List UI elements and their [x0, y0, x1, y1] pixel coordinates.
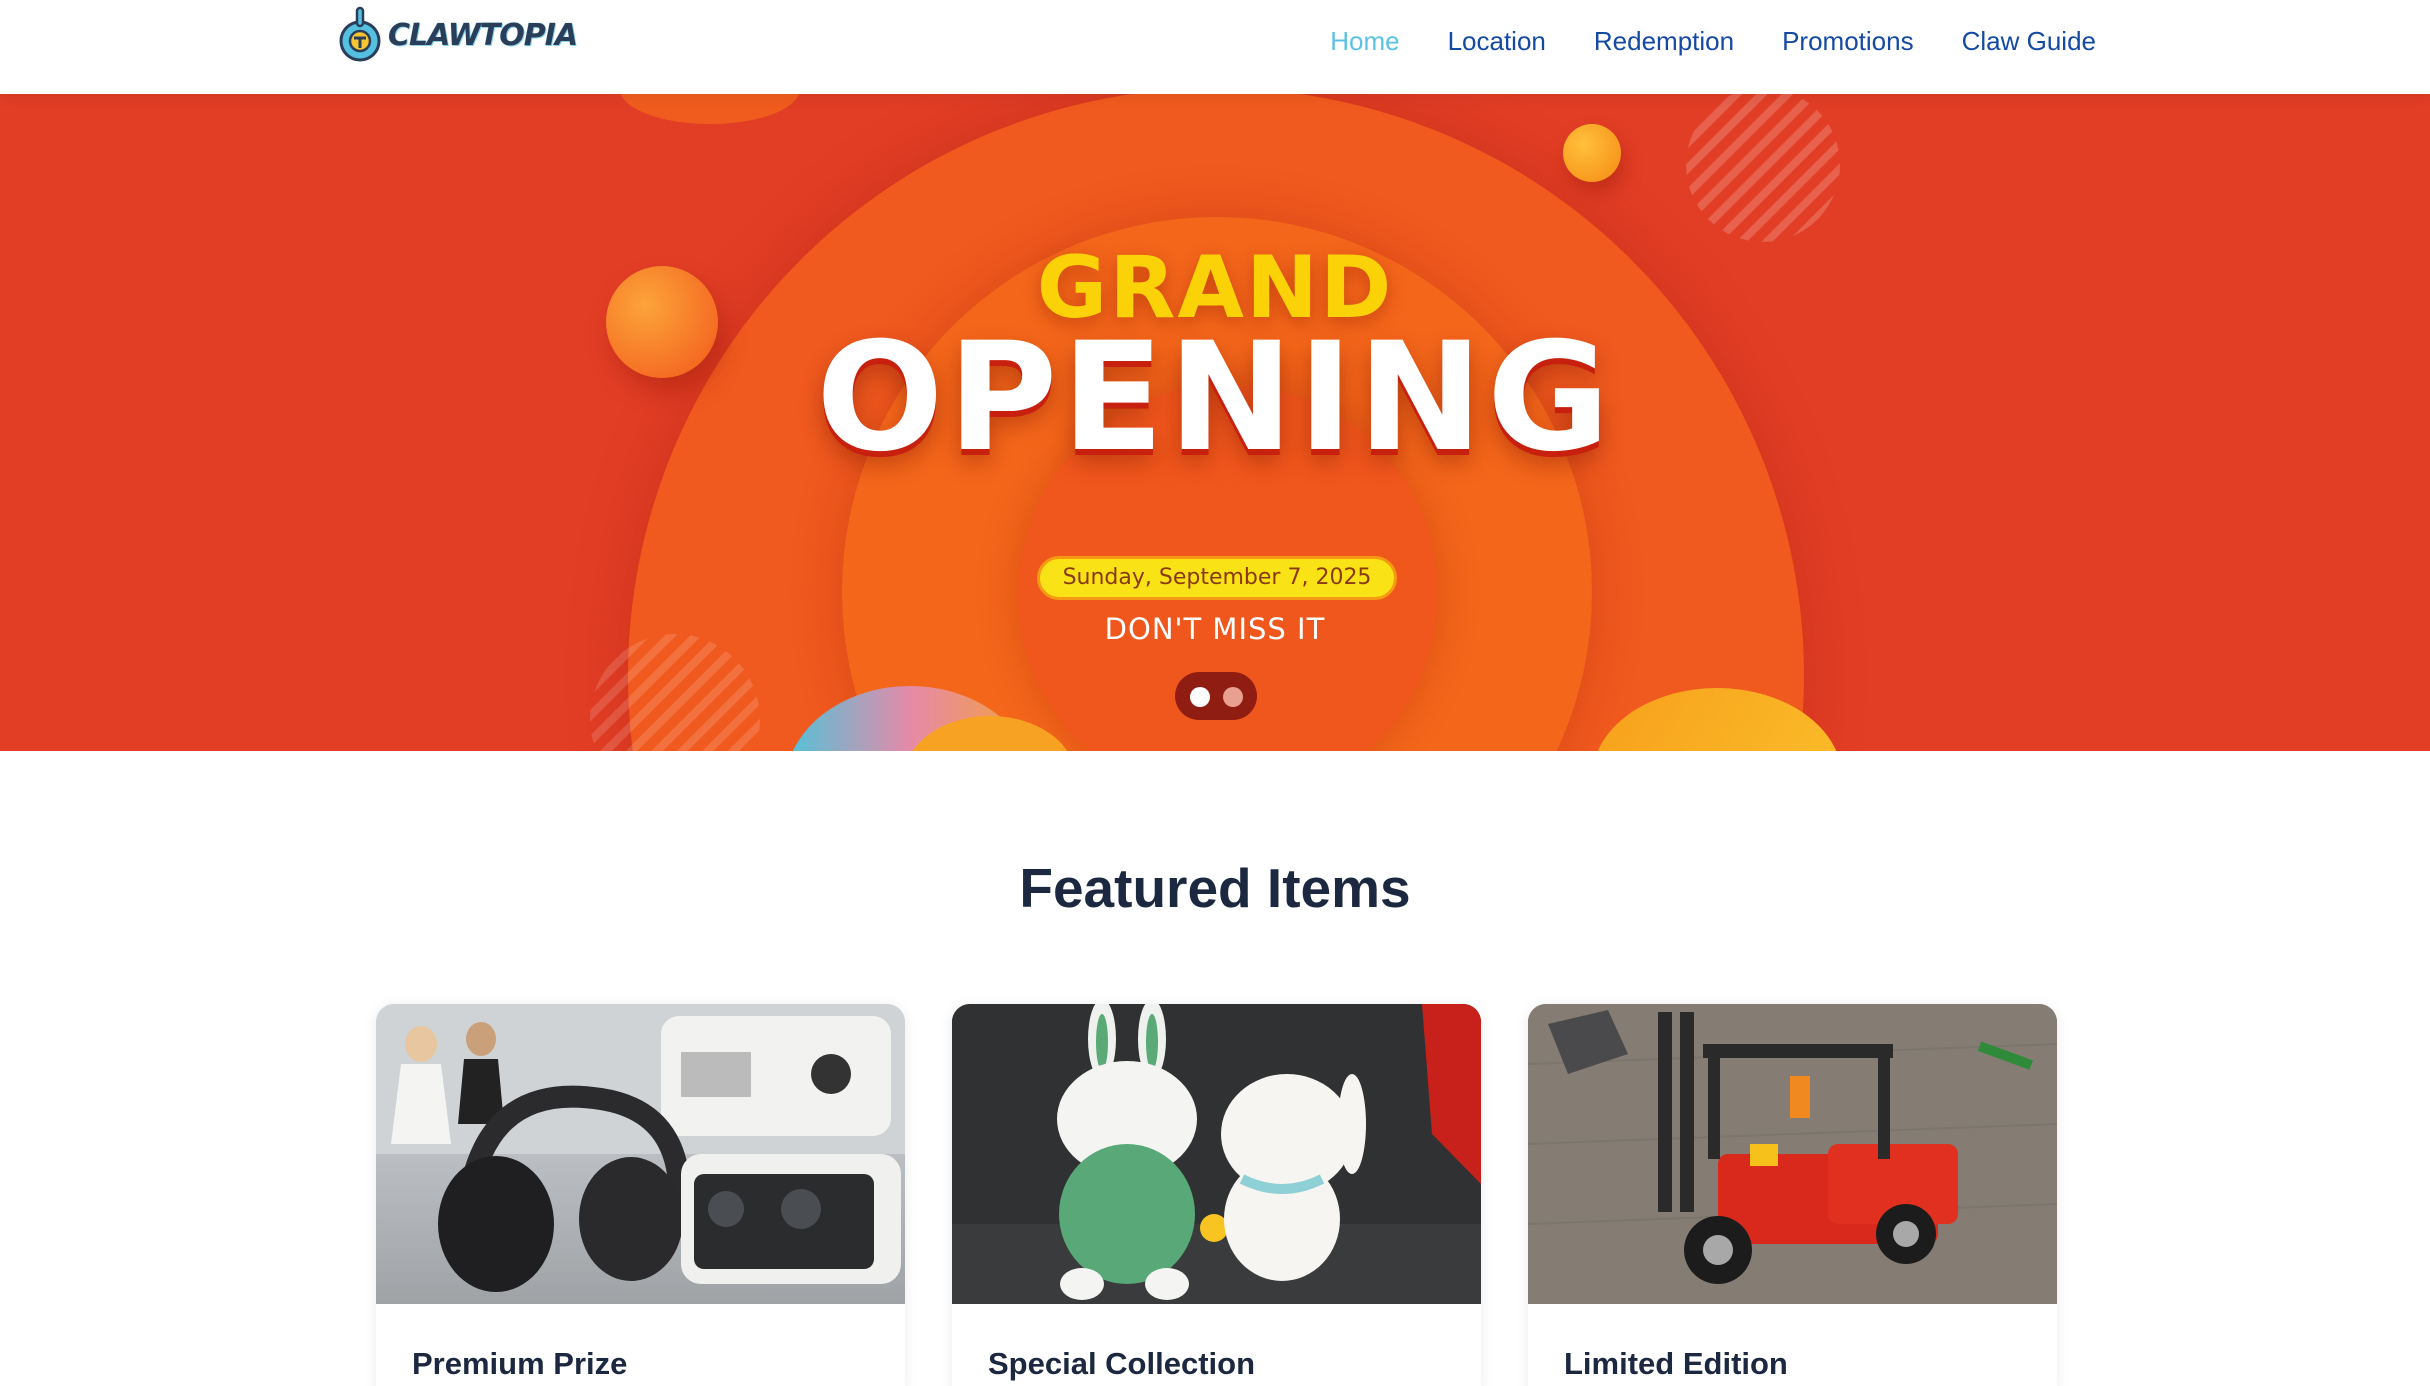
nav-redemption[interactable]: Redemption — [1594, 24, 1734, 58]
card-title: Limited Edition — [1564, 1346, 1788, 1381]
hero-banner[interactable]: GRAND OPENING Sunday, September 7, 2025 … — [0, 94, 2430, 751]
hero-title-opening: OPENING — [816, 311, 1614, 485]
logo-wordmark: CLAWTOPIA — [388, 17, 578, 53]
card-title: Special Collection — [988, 1346, 1256, 1381]
claw-mascot-icon — [336, 4, 384, 66]
featured-card-limited[interactable]: Limited Edition — [1528, 1004, 2057, 1386]
clawtopia-logo[interactable]: CLAWTOPIA — [336, 2, 578, 68]
nav-location[interactable]: Location — [1448, 24, 1546, 58]
featured-card-special[interactable]: Special Collection — [952, 1004, 1481, 1386]
hero-cta-text: DON'T MISS IT — [1104, 612, 1326, 646]
nav-home[interactable]: Home — [1330, 24, 1399, 58]
nav-promotions[interactable]: Promotions — [1782, 24, 1914, 58]
orange-ball-top-right — [1563, 124, 1621, 182]
carousel-dot-1[interactable] — [1190, 687, 1210, 707]
event-date-badge: Sunday, September 7, 2025 — [1037, 556, 1397, 600]
card-title: Premium Prize — [412, 1346, 628, 1381]
nav-claw-guide[interactable]: Claw Guide — [1962, 24, 2096, 58]
main-nav: Home Location Redemption Promotions Claw… — [1330, 24, 2096, 58]
toy-forklift-image — [1528, 1004, 2057, 1304]
striped-circle-top-right — [1686, 94, 1840, 242]
featured-card-premium[interactable]: Premium Prize — [376, 1004, 905, 1386]
site-header: CLAWTOPIA Home Location Redemption Promo… — [0, 0, 2430, 94]
featured-heading: Featured Items — [1019, 857, 1411, 919]
headphones-projector-image — [376, 1004, 905, 1304]
carousel-dot-2[interactable] — [1223, 687, 1243, 707]
carousel-indicators — [1175, 672, 1257, 720]
orange-blob-top — [620, 94, 800, 124]
plush-bunnies-image — [952, 1004, 1481, 1304]
